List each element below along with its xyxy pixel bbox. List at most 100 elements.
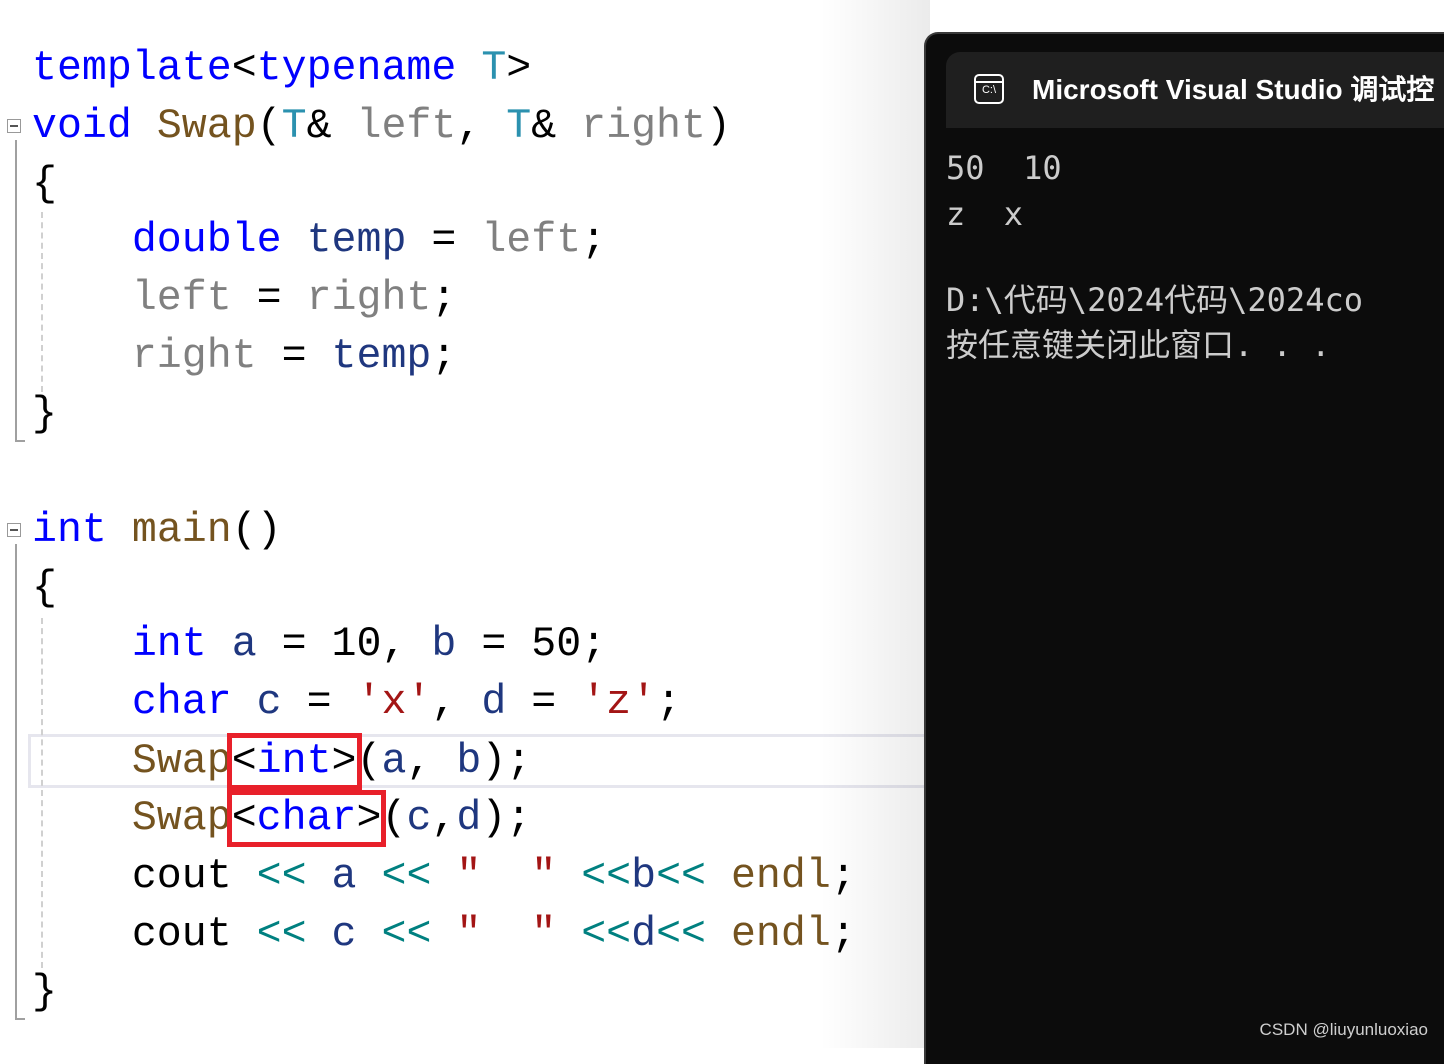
code-token: () xyxy=(231,507,282,554)
code-token: T xyxy=(506,103,532,150)
code-token: ( xyxy=(381,795,407,842)
code-line: { xyxy=(32,560,57,618)
terminal-title: Microsoft Visual Studio 调试控 xyxy=(1032,74,1435,105)
code-line: void Swap(T& left, T& right) xyxy=(32,98,731,156)
code-token: } xyxy=(32,969,57,1016)
code-line: Swap<char>(c,d); xyxy=(32,790,531,848)
code-token: << xyxy=(256,911,307,958)
output-line: z x xyxy=(946,195,1024,233)
code-token: endl xyxy=(730,853,831,900)
code-line: left = right; xyxy=(32,270,457,328)
code-token: a xyxy=(231,621,257,668)
code-token: char xyxy=(256,795,357,842)
code-token: , xyxy=(431,795,457,842)
code-token: = 10, xyxy=(256,621,432,668)
code-token: ( xyxy=(256,103,282,150)
code-token: < xyxy=(231,738,257,785)
code-token: Swap xyxy=(156,103,257,150)
code-token: cout xyxy=(131,911,232,958)
code-token: & xyxy=(306,103,357,150)
code-token: Swap xyxy=(131,795,232,842)
code-token: << xyxy=(656,911,706,958)
code-token: c xyxy=(406,795,432,842)
code-token: << xyxy=(381,911,432,958)
code-token: T xyxy=(481,45,507,92)
code-token: " " xyxy=(456,911,557,958)
code-editor[interactable]: template<typename T> void Swap(T& left, T… xyxy=(0,0,938,1048)
code-token: " " xyxy=(456,853,557,900)
code-token: ); xyxy=(481,738,532,785)
code-token: a xyxy=(381,738,407,785)
code-token: 'z' xyxy=(581,679,657,726)
code-token: int xyxy=(32,507,107,554)
code-token: > xyxy=(356,795,382,842)
code-token: 'x' xyxy=(356,679,432,726)
code-token: temp xyxy=(306,217,407,264)
code-token: left xyxy=(131,275,232,322)
output-line: D:\代码\2024代码\2024co xyxy=(946,281,1363,319)
code-token: int xyxy=(256,738,332,785)
code-token: , xyxy=(406,738,457,785)
code-token: b xyxy=(431,621,457,668)
code-token: ; xyxy=(581,217,607,264)
code-token: { xyxy=(32,161,57,208)
code-token: ; xyxy=(431,275,457,322)
code-token: = xyxy=(506,679,582,726)
code-token: ( xyxy=(356,738,382,785)
code-token: < xyxy=(231,45,257,92)
template-argument-highlight-box: <char> xyxy=(226,790,387,847)
code-token: d xyxy=(631,911,657,958)
code-token: temp xyxy=(331,333,432,380)
code-token: c xyxy=(331,911,357,958)
fold-gutter-line xyxy=(15,544,17,1020)
code-token: << xyxy=(656,853,706,900)
terminal-tab[interactable]: C:\ Microsoft Visual Studio 调试控 xyxy=(946,52,1444,128)
code-token: endl xyxy=(730,911,831,958)
code-token: typename xyxy=(256,45,457,92)
code-token: << xyxy=(381,853,432,900)
code-token: = xyxy=(406,217,482,264)
template-argument-highlight-box: <int> xyxy=(226,733,362,790)
code-token: , xyxy=(431,679,482,726)
code-token: right xyxy=(131,333,257,380)
code-token: template xyxy=(32,45,232,92)
code-token: right xyxy=(581,103,706,150)
code-token: = xyxy=(256,333,332,380)
code-token: & xyxy=(531,103,582,150)
code-line: cout << c << " " <<d<< endl; xyxy=(32,906,856,964)
code-token: a xyxy=(331,853,357,900)
code-line: Swap<int>(a, b); xyxy=(32,733,531,791)
console-icon: C:\ xyxy=(974,74,1004,104)
collapse-icon[interactable] xyxy=(7,523,21,537)
terminal-window[interactable]: C:\ Microsoft Visual Studio 调试控 50 10 z … xyxy=(924,32,1444,1064)
code-token: T xyxy=(281,103,307,150)
code-token: b xyxy=(631,853,657,900)
code-token: = xyxy=(231,275,307,322)
code-token: > xyxy=(331,738,357,785)
fold-gutter-line xyxy=(15,140,17,440)
code-token: d xyxy=(456,795,482,842)
code-line: { xyxy=(32,156,57,214)
code-token: << xyxy=(581,911,632,958)
collapse-icon[interactable] xyxy=(7,119,21,133)
